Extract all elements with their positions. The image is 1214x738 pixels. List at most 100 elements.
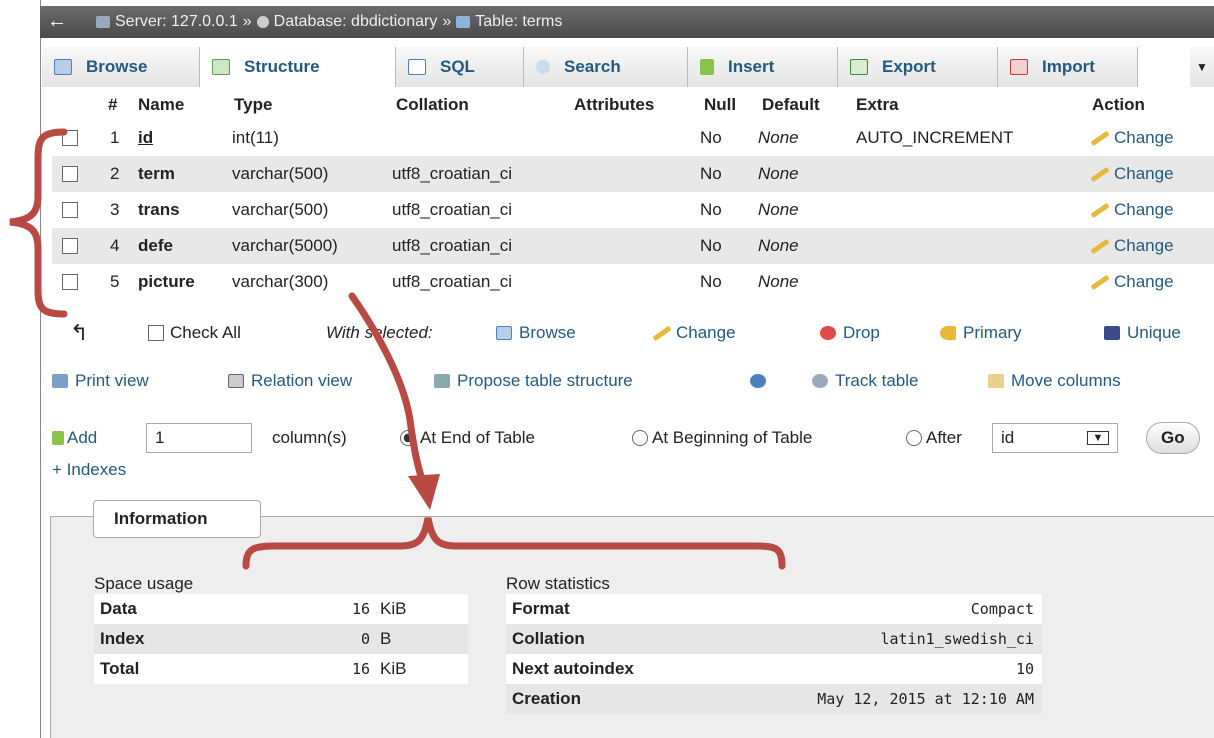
- after-radio[interactable]: After: [906, 420, 962, 456]
- table-row: 4 defe varchar(5000) utf8_croatian_ci No…: [52, 228, 1214, 264]
- indexes-toggle[interactable]: + Indexes: [52, 460, 126, 480]
- table-row: Data 16 KiB: [94, 594, 468, 624]
- radio-button[interactable]: [632, 430, 648, 446]
- with-selected-bar: ↰ Check All With selected: Browse Change…: [60, 318, 1214, 348]
- go-button[interactable]: Go: [1146, 422, 1200, 454]
- columns-label: column(s): [272, 428, 347, 447]
- table-row: Format Compact: [506, 594, 1042, 624]
- row-checkbox[interactable]: [62, 238, 78, 254]
- space-unit: B: [380, 629, 392, 648]
- pencil-icon: [1088, 131, 1110, 145]
- at-beginning-radio[interactable]: At Beginning of Table: [632, 420, 812, 456]
- column-header: Null: [704, 95, 737, 114]
- stat-value: latin1_swedish_ci: [880, 630, 1034, 648]
- structure-icon: [212, 59, 230, 75]
- table-row: Index 0 B: [94, 624, 468, 654]
- table-row: 1 id int(11) No None AUTO_INCREMENT Chan…: [52, 120, 1214, 156]
- column-count-input[interactable]: 1: [146, 423, 252, 453]
- field-type: int(11): [232, 128, 279, 147]
- row-checkbox[interactable]: [62, 130, 78, 146]
- change-link[interactable]: Change: [1088, 120, 1174, 156]
- field-name: picture: [138, 272, 195, 291]
- tab-sql[interactable]: SQL: [396, 47, 524, 87]
- row-statistics-table: Row statistics Format Compact Collation …: [506, 574, 1042, 714]
- column-header: Default: [762, 95, 820, 114]
- search-icon: [536, 60, 550, 74]
- breadcrumb-separator: »: [242, 13, 252, 30]
- field-extra: AUTO_INCREMENT: [856, 128, 1014, 147]
- row-checkbox[interactable]: [62, 202, 78, 218]
- bulk-browse-button[interactable]: Browse: [496, 318, 576, 348]
- change-link[interactable]: Change: [1088, 228, 1174, 264]
- more-tabs-chevron-icon[interactable]: ▼: [1190, 47, 1214, 87]
- change-label: Change: [1114, 236, 1174, 255]
- radio-button[interactable]: [400, 430, 416, 446]
- arrow-head-annotation: [408, 474, 440, 510]
- change-link[interactable]: Change: [1088, 264, 1174, 300]
- row-number: 2: [110, 164, 120, 183]
- at-end-radio[interactable]: At End of Table: [400, 420, 535, 456]
- table-header-row: # Name Type Collation Attributes Null De…: [52, 90, 1214, 120]
- database-icon: [256, 16, 269, 28]
- field-null: No: [700, 200, 722, 219]
- print-view-link[interactable]: Print view: [52, 366, 149, 396]
- breadcrumb-database[interactable]: Database: dbdictionary: [274, 13, 438, 31]
- bulk-change-button[interactable]: Change: [650, 318, 736, 348]
- help-icon[interactable]: [750, 366, 773, 396]
- tab-browse[interactable]: Browse: [42, 47, 200, 87]
- back-arrow-icon[interactable]: ←: [44, 9, 70, 35]
- change-label: Change: [1114, 200, 1174, 219]
- check-all-checkbox[interactable]: [148, 325, 164, 341]
- column-header: Attributes: [574, 95, 655, 114]
- table-row: 2 term varchar(500) utf8_croatian_ci No …: [52, 156, 1214, 192]
- tab-insert[interactable]: Insert: [688, 47, 838, 87]
- space-value: 0: [360, 630, 370, 648]
- propose-structure-link[interactable]: Propose table structure: [434, 366, 633, 396]
- tab-export[interactable]: Export: [838, 47, 998, 87]
- row-checkbox[interactable]: [62, 274, 78, 290]
- track-table-link[interactable]: Track table: [812, 366, 918, 396]
- tab-structure[interactable]: Structure: [200, 47, 396, 87]
- bulk-primary-label: Primary: [963, 323, 1022, 342]
- browse-icon: [54, 59, 72, 75]
- bulk-drop-label: Drop: [843, 323, 880, 342]
- change-label: Change: [1114, 272, 1174, 291]
- breadcrumb-table[interactable]: Table: terms: [475, 13, 562, 31]
- after-field-select[interactable]: id ▼: [992, 423, 1118, 453]
- row-number: 4: [110, 236, 120, 255]
- field-type: varchar(500): [232, 200, 329, 219]
- tab-import[interactable]: Import: [998, 47, 1138, 87]
- relation-view-label: Relation view: [251, 371, 353, 390]
- insert-icon: [700, 59, 714, 75]
- column-header: Extra: [856, 95, 899, 114]
- tab-label: Import: [1042, 57, 1095, 76]
- tab-label: Insert: [728, 57, 775, 76]
- tab-label: Search: [564, 57, 621, 76]
- radio-button[interactable]: [906, 430, 922, 446]
- row-checkbox[interactable]: [62, 166, 78, 182]
- move-columns-link[interactable]: Move columns: [988, 366, 1121, 396]
- bulk-unique-button[interactable]: Unique: [1104, 318, 1181, 348]
- bulk-primary-button[interactable]: Primary: [940, 318, 1022, 348]
- space-label: Total: [100, 659, 140, 678]
- breadcrumb-server[interactable]: Server: 127.0.0.1: [115, 13, 238, 31]
- column-header: Name: [138, 95, 185, 114]
- relation-view-link[interactable]: Relation view: [228, 366, 352, 396]
- row-number: 3: [110, 200, 120, 219]
- change-link[interactable]: Change: [1088, 156, 1174, 192]
- after-label: After: [926, 428, 962, 447]
- bulk-drop-button[interactable]: Drop: [820, 318, 880, 348]
- import-icon: [1010, 59, 1028, 75]
- stat-value: Compact: [970, 600, 1034, 618]
- pencil-icon: [1088, 239, 1110, 253]
- bulk-change-label: Change: [676, 323, 736, 342]
- space-value: 16: [351, 600, 370, 618]
- after-field-value: id: [1001, 428, 1015, 447]
- column-header: Action: [1092, 95, 1145, 114]
- field-name: defe: [138, 236, 173, 255]
- field-null: No: [700, 236, 722, 255]
- check-all-control[interactable]: Check All: [148, 318, 241, 348]
- change-link[interactable]: Change: [1088, 192, 1174, 228]
- field-collation: utf8_croatian_ci: [392, 164, 513, 183]
- tab-search[interactable]: Search: [524, 47, 688, 87]
